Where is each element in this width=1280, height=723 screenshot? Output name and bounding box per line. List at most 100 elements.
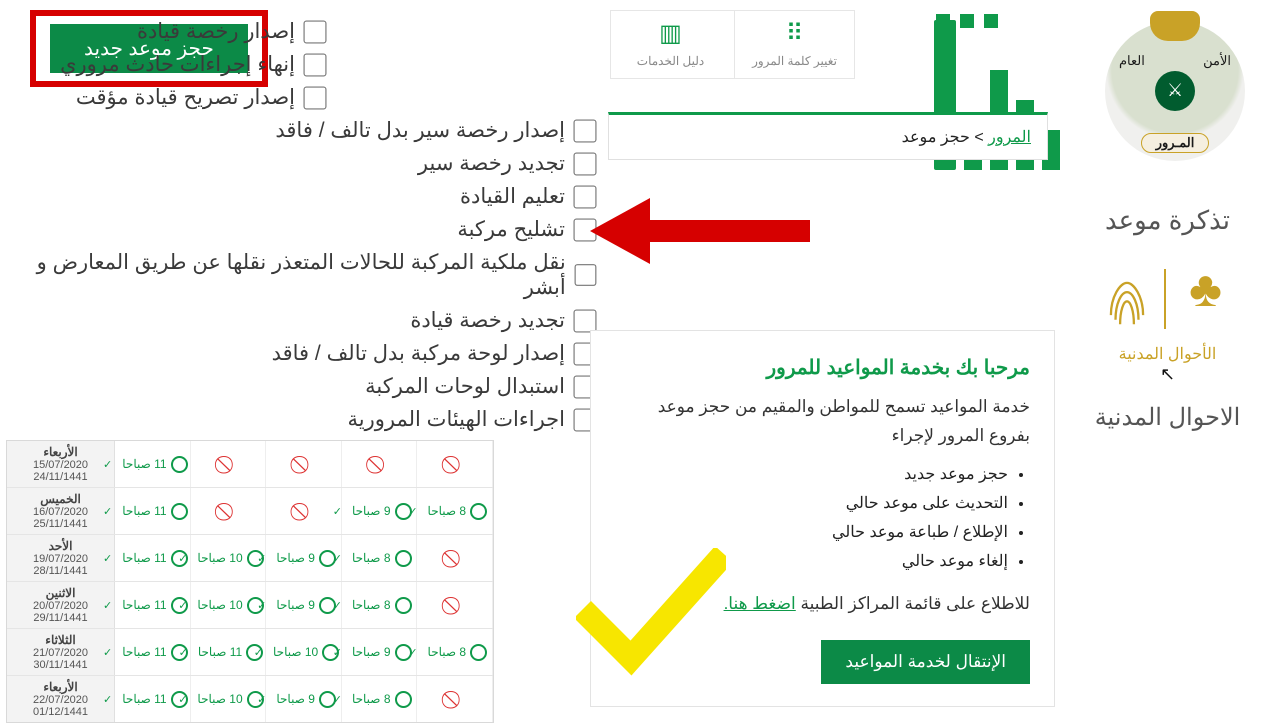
service-option[interactable]: تجديد رخصة قيادة xyxy=(10,304,595,337)
available-slot[interactable]: 11 صباحا xyxy=(117,503,188,520)
breadcrumb-root-link[interactable]: المرور xyxy=(988,129,1031,146)
time-slot[interactable]: 9 صباحا xyxy=(266,582,342,628)
time-slot xyxy=(417,582,493,628)
service-checkbox[interactable] xyxy=(304,20,327,43)
palm-emblem-icon: ⚔ xyxy=(1155,71,1195,111)
service-checkbox[interactable] xyxy=(574,309,597,332)
available-slot[interactable]: 11 صباحا xyxy=(117,550,188,567)
service-option[interactable]: تعليم القيادة xyxy=(10,180,595,213)
available-slot[interactable]: 8 صباحا xyxy=(422,503,487,520)
tile-label: تغيير كلمة المرور xyxy=(752,54,837,68)
medical-centers-link[interactable]: اضغط هنا. xyxy=(724,594,796,613)
service-option[interactable]: إصدار تصريح قيادة مؤقت xyxy=(10,81,595,114)
service-option[interactable]: تجديد رخصة سير xyxy=(10,147,595,180)
service-checkbox[interactable] xyxy=(304,86,327,109)
service-option[interactable]: اجراءات الهيئات المرورية xyxy=(10,403,595,436)
available-slot[interactable]: 11 صباحا xyxy=(193,644,264,661)
service-label: تجديد رخصة سير xyxy=(418,151,565,176)
service-option[interactable]: إصدار رخصة قيادة xyxy=(10,15,595,48)
time-slot[interactable]: 10 صباحا xyxy=(191,676,267,722)
time-slot[interactable]: 9 صباحا xyxy=(342,629,418,675)
schedule-row: 8 صباحا 9 صباحا 10 صباحا11 صباحاالأحد19/07… xyxy=(7,535,493,582)
tile-services-guide[interactable]: ▥ دليل الخدمات xyxy=(611,11,730,78)
tile-label: دليل الخدمات xyxy=(637,54,704,68)
palm-icon: ♣ xyxy=(1176,264,1236,334)
service-checkbox[interactable] xyxy=(574,152,597,175)
service-checkbox[interactable] xyxy=(304,53,327,76)
available-slot[interactable]: 10 صباحا xyxy=(192,550,263,567)
available-slot[interactable]: 11 صباحا xyxy=(117,691,188,708)
time-slot[interactable]: 10 صباحا xyxy=(191,582,267,628)
service-label: تعليم القيادة xyxy=(460,184,565,209)
service-option[interactable]: إصدار رخصة سير بدل تالف / فاقد xyxy=(10,114,595,147)
schedule-row: 11 صباحاالأربعاء15/07/202024/11/1441 xyxy=(7,441,493,488)
civil-label-styled: الأحوال المدنية xyxy=(1065,344,1270,364)
schedule-date: الاثنين20/07/202029/11/1441 xyxy=(7,582,115,628)
available-slot[interactable]: 11 صباحا xyxy=(117,597,188,614)
schedule-date: الأحد19/07/202028/11/1441 xyxy=(7,535,115,581)
book-icon: ▥ xyxy=(615,19,726,48)
time-slot[interactable]: 8 صباحا xyxy=(417,629,493,675)
schedule-row: 8 صباحا 9 صباحا 10 صباحا11 صباحاالأربعاء22… xyxy=(7,676,493,722)
schedule-row: 8 صباحا9 صباحا11 صباحاالخميس16/07/202025… xyxy=(7,488,493,535)
available-slot[interactable]: 9 صباحا xyxy=(347,503,412,520)
service-option[interactable]: إصدار لوحة مركبة بدل تالف / فاقد xyxy=(10,337,595,370)
available-slot[interactable]: 11 صباحا xyxy=(117,644,188,661)
service-label: تجديد رخصة قيادة xyxy=(410,308,565,333)
service-label: نقل ملكية المركبة للحالات المتعذر نقلها … xyxy=(10,250,566,300)
time-slot[interactable]: 9 صباحا xyxy=(266,676,342,722)
service-option[interactable]: استبدال لوحات المركبة xyxy=(10,370,595,403)
tile-change-password[interactable]: ⠿ تغيير كلمة المرور xyxy=(734,11,854,78)
available-slot[interactable]: 8 صباحا xyxy=(347,597,412,614)
breadcrumb-leaf: حجز موعد xyxy=(902,129,970,146)
card-title: مرحبا بك بخدمة المواعيد للمرور xyxy=(615,351,1030,385)
time-slot[interactable]: 8 صباحا xyxy=(417,488,493,534)
time-slot xyxy=(266,488,342,534)
civil-affairs-logo: ♣ xyxy=(1065,264,1270,334)
time-slot[interactable]: 11 صباحا xyxy=(115,582,191,628)
available-slot[interactable]: 8 صباحا xyxy=(347,550,412,567)
yellow-check-annotation xyxy=(576,548,726,683)
schedule-table: 11 صباحاالأربعاء15/07/202024/11/1441 8 صب… xyxy=(6,440,494,723)
available-slot[interactable]: 9 صباحا xyxy=(271,691,336,708)
time-slot xyxy=(342,441,418,487)
card-bullet: الإطلاع / طباعة موعد حالي xyxy=(615,519,1008,546)
time-slot[interactable]: 11 صباحا xyxy=(115,629,191,675)
time-slot xyxy=(417,535,493,581)
available-slot[interactable]: 8 صباحا xyxy=(347,691,412,708)
time-slot[interactable]: 11 صباحا xyxy=(191,629,267,675)
time-slot[interactable]: 9 صباحا xyxy=(342,488,418,534)
available-slot[interactable]: 9 صباحا xyxy=(271,550,336,567)
service-checkbox[interactable] xyxy=(574,119,597,142)
time-slot[interactable]: 11 صباحا xyxy=(115,488,191,534)
time-slot[interactable]: 11 صباحا xyxy=(115,441,191,487)
badge-text-left: العام xyxy=(1119,53,1145,69)
muroor-logo: الأمن العام ⚔ المـرور xyxy=(1080,8,1270,173)
time-slot[interactable]: 9 صباحا xyxy=(266,535,342,581)
proceed-button[interactable]: الإنتقال لخدمة المواعيد xyxy=(821,640,1030,684)
time-slot[interactable]: 8 صباحا xyxy=(342,582,418,628)
available-slot[interactable]: 9 صباحا xyxy=(271,597,336,614)
available-slot[interactable]: 10 صباحا xyxy=(192,597,263,614)
available-slot[interactable]: 10 صباحا xyxy=(192,691,263,708)
breadcrumb-sep: > xyxy=(970,129,984,146)
services-list: إصدار رخصة قيادةإنهاء إجراءات حادث مروري… xyxy=(10,10,595,436)
available-slot[interactable]: 10 صباحا xyxy=(268,644,339,661)
service-option[interactable]: نقل ملكية المركبة للحالات المتعذر نقلها … xyxy=(10,246,595,304)
time-slot[interactable]: 8 صباحا xyxy=(342,535,418,581)
service-option[interactable]: إنهاء إجراءات حادث مروري xyxy=(10,48,595,81)
available-slot[interactable]: 11 صباحا xyxy=(117,456,188,473)
time-slot xyxy=(191,441,267,487)
time-slot[interactable]: 10 صباحا xyxy=(266,629,342,675)
time-slot[interactable]: 10 صباحا xyxy=(191,535,267,581)
schedule-date: الأربعاء22/07/202001/12/1441 xyxy=(7,676,115,722)
service-option[interactable]: تشليح مركبة xyxy=(10,213,595,246)
schedule-row: 8 صباحا9 صباحا10 صباحا11 صباحا11 صباحاال… xyxy=(7,629,493,676)
available-slot[interactable]: 9 صباحا xyxy=(347,644,412,661)
time-slot[interactable]: 8 صباحا xyxy=(342,676,418,722)
service-label: استبدال لوحات المركبة xyxy=(365,374,565,399)
card-bullet: التحديث على موعد حالي xyxy=(615,490,1008,517)
time-slot[interactable]: 11 صباحا xyxy=(115,676,191,722)
available-slot[interactable]: 8 صباحا xyxy=(422,644,487,661)
time-slot[interactable]: 11 صباحا xyxy=(115,535,191,581)
